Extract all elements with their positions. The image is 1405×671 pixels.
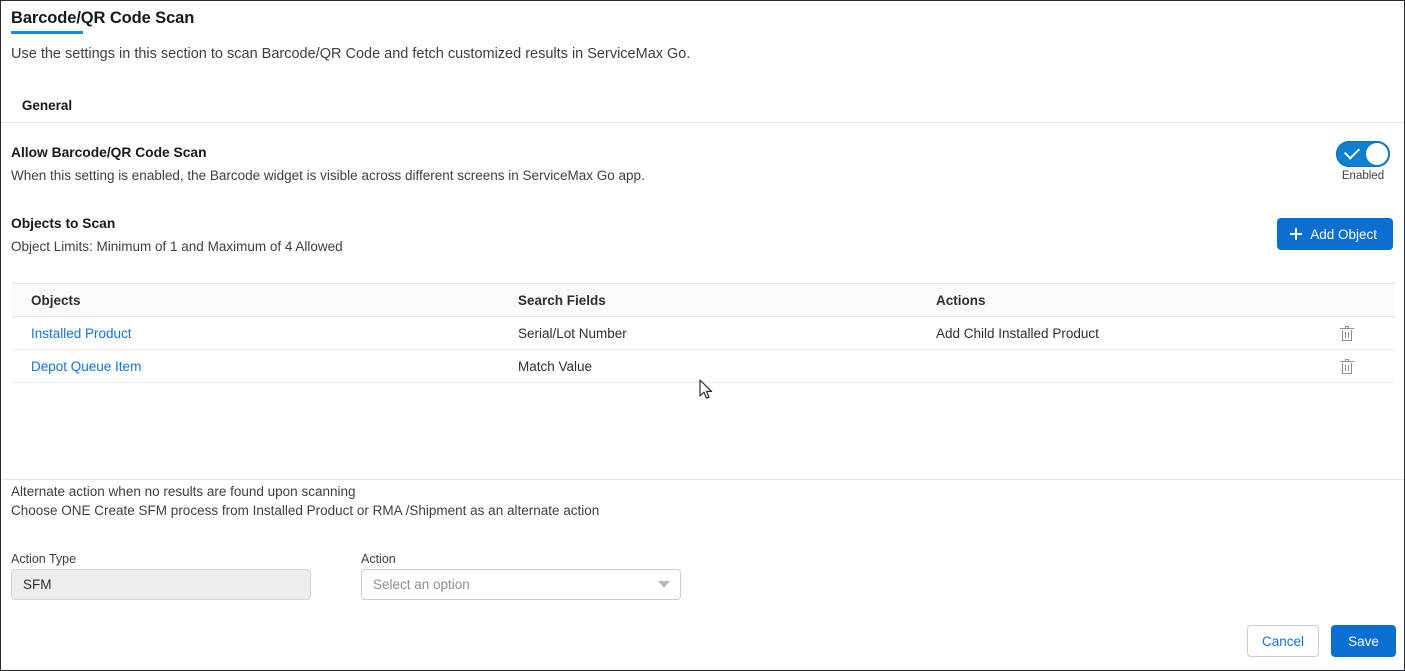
plus-icon <box>1290 228 1303 240</box>
tab-active-indicator <box>11 31 83 34</box>
table-row: Installed Product Serial/Lot Number Add … <box>12 317 1395 350</box>
objects-table: Objects Search Fields Actions Installed … <box>12 283 1395 383</box>
tab-general[interactable]: General <box>11 89 83 121</box>
alternate-action-description: Choose ONE Create SFM process from Insta… <box>11 503 600 518</box>
chevron-down-icon <box>658 581 670 588</box>
barcode-qr-code-scan-settings-page: Barcode/QR Code Scan Use the settings in… <box>0 0 1405 671</box>
action-type-label: Action Type <box>11 552 77 566</box>
allow-scan-title: Allow Barcode/QR Code Scan <box>11 145 207 160</box>
column-header-objects: Objects <box>31 292 81 308</box>
save-button[interactable]: Save <box>1331 625 1396 657</box>
page-subtitle: Use the settings in this section to scan… <box>11 46 691 62</box>
object-link-depot-queue-item[interactable]: Depot Queue Item <box>31 359 141 374</box>
object-link-installed-product[interactable]: Installed Product <box>31 326 132 341</box>
column-header-actions: Actions <box>936 292 986 308</box>
check-icon <box>1343 143 1361 160</box>
delete-row-icon[interactable] <box>1340 325 1354 341</box>
action-select[interactable]: Select an option <box>361 569 681 600</box>
add-object-button-label: Add Object <box>1310 226 1377 242</box>
row-search-field: Serial/Lot Number <box>518 325 627 341</box>
cancel-button[interactable]: Cancel <box>1247 625 1319 657</box>
objects-to-scan-title: Objects to Scan <box>11 216 116 231</box>
objects-to-scan-description: Object Limits: Minimum of 1 and Maximum … <box>11 239 343 254</box>
action-label: Action <box>361 552 396 566</box>
section-divider <box>1 479 1404 480</box>
delete-row-icon[interactable] <box>1340 358 1354 374</box>
page-title: Barcode/QR Code Scan <box>11 9 195 27</box>
allow-scan-toggle[interactable] <box>1336 141 1390 167</box>
allow-scan-toggle-group: Enabled <box>1332 141 1394 182</box>
add-object-button[interactable]: Add Object <box>1277 218 1393 250</box>
table-header-row: Objects Search Fields Actions <box>12 284 1395 317</box>
action-type-input[interactable]: SFM <box>11 569 311 600</box>
row-action: Add Child Installed Product <box>936 325 1099 341</box>
row-search-field: Match Value <box>518 358 593 374</box>
alternate-action-title: Alternate action when no results are fou… <box>11 484 356 499</box>
action-select-placeholder: Select an option <box>373 577 470 592</box>
tab-bar: General <box>1 89 1404 123</box>
toggle-knob <box>1366 143 1388 165</box>
toggle-state-label: Enabled <box>1341 170 1385 182</box>
column-header-delete <box>1340 284 1376 316</box>
column-header-search-fields: Search Fields <box>518 292 606 308</box>
table-row: Depot Queue Item Match Value <box>12 350 1395 383</box>
allow-scan-description: When this setting is enabled, the Barcod… <box>11 168 645 183</box>
